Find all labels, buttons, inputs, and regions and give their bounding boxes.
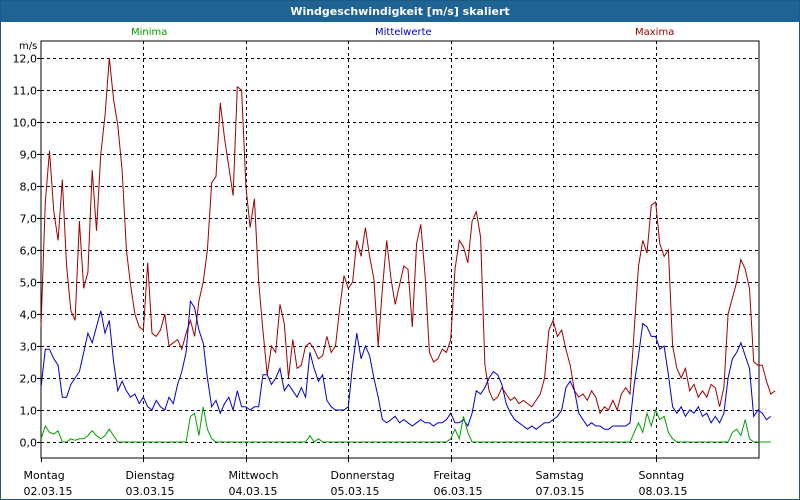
x-tick-date: 07.03.15 bbox=[536, 485, 585, 498]
x-tick-date: 02.03.15 bbox=[24, 485, 73, 498]
plot-frame bbox=[40, 40, 760, 459]
x-tick-day: Samstag bbox=[536, 469, 584, 482]
x-tick-date: 06.03.15 bbox=[434, 485, 483, 498]
y-tick-label: 2,0 bbox=[20, 373, 38, 386]
x-tick-day: Dienstag bbox=[126, 469, 175, 482]
y-tick-label: 12,0 bbox=[13, 53, 38, 66]
x-tick-day: Freitag bbox=[434, 469, 472, 482]
x-tick-day: Montag bbox=[24, 469, 65, 482]
x-tick-date: 03.03.15 bbox=[126, 485, 175, 498]
y-tick-label: 3,0 bbox=[20, 341, 38, 354]
y-tick-label: 7,0 bbox=[20, 213, 38, 226]
x-tick-date: 04.03.15 bbox=[229, 485, 278, 498]
y-tick-label: 5,0 bbox=[20, 277, 38, 290]
y-tick-label: 1,0 bbox=[20, 405, 38, 418]
y-tick-label: 10,0 bbox=[13, 117, 38, 130]
x-tick-date: 05.03.15 bbox=[331, 485, 380, 498]
x-tick-day: Sonntag bbox=[639, 469, 685, 482]
y-tick-label: 11,0 bbox=[13, 85, 38, 98]
x-tick-day: Donnerstag bbox=[331, 469, 395, 482]
y-tick-label: 0,0 bbox=[20, 437, 38, 450]
chart-canvas: 0,0 1,0 2,0 3,0 4,0 5,0 6,0 7,0 8,0 9,0 10,0 11,0 12… bbox=[13, 40, 776, 498]
y-tick-label: 8,0 bbox=[20, 181, 38, 194]
y-tick-label: 6,0 bbox=[20, 245, 38, 258]
chart-window: Windgeschwindigkeit [m/s] skaliert Minim… bbox=[0, 0, 800, 500]
y-tick-label: 4,0 bbox=[20, 309, 38, 322]
x-tick-day: Mittwoch bbox=[229, 469, 279, 482]
window-title: Windgeschwindigkeit [m/s] skaliert bbox=[1, 1, 799, 22]
y-tick-label: 9,0 bbox=[20, 149, 38, 162]
x-tick-date: 08.03.15 bbox=[639, 485, 688, 498]
